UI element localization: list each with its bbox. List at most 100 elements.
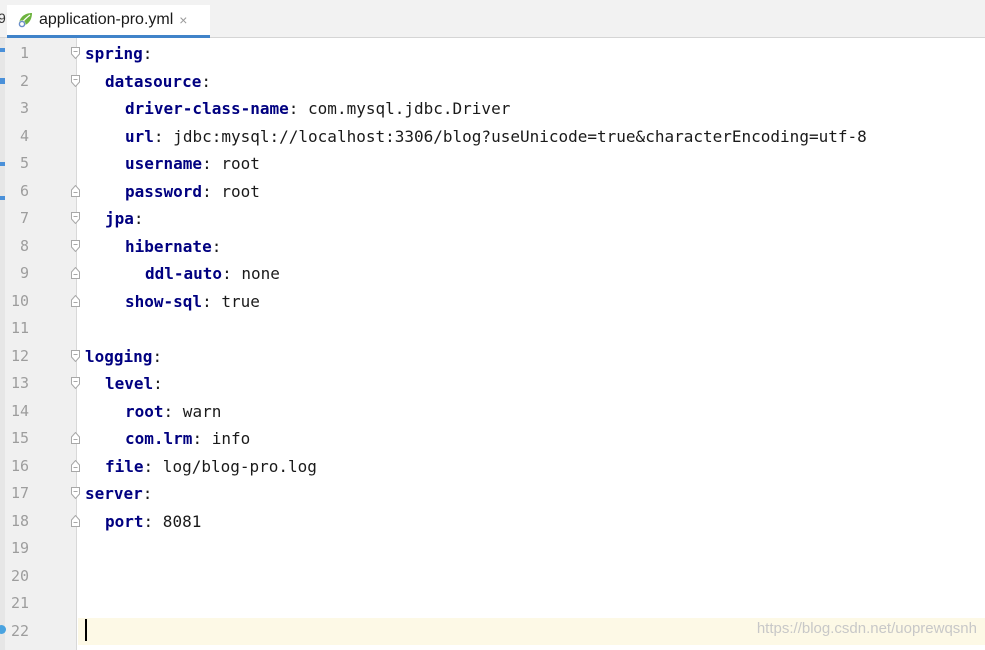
line-number: 4 [19, 126, 29, 145]
editor-line[interactable]: 15 com.lrm: info [0, 425, 985, 452]
yaml-key: jpa [105, 209, 134, 228]
line-number: 21 [10, 594, 29, 612]
yaml-value: root [211, 181, 260, 201]
line-number: 20 [10, 566, 29, 585]
yaml-key: level [105, 374, 154, 393]
yaml-entry: file: log/blog-pro.log [105, 453, 317, 480]
yaml-value: log/blog-pro.log [153, 456, 317, 476]
close-tab-icon[interactable]: × [179, 12, 187, 28]
yaml-entry: password: root [125, 178, 260, 205]
editor-line[interactable]: 11 [0, 315, 985, 342]
yaml-key: server [85, 484, 143, 503]
line-number: 11 [10, 319, 29, 337]
line-number: 2 [19, 71, 29, 90]
yaml-colon: : [153, 126, 164, 146]
editor-line[interactable]: 21 [0, 590, 985, 617]
yaml-entry: datasource: [105, 68, 211, 95]
line-number: 22 [10, 621, 29, 640]
line-number: 13 [10, 374, 29, 392]
line-number: 14 [10, 401, 29, 420]
fold-open-icon[interactable] [71, 349, 80, 362]
spring-leaf-icon [18, 13, 32, 28]
editor-line[interactable]: 10 show-sql: true [0, 288, 985, 315]
editor-line[interactable]: 9 ddl-auto: none [0, 260, 985, 287]
yaml-entry: server: [85, 480, 152, 507]
yaml-key: username [125, 154, 203, 173]
yaml-value: jdbc:mysql://localhost:3306/blog?useUnic… [163, 126, 867, 146]
editor-line[interactable]: 13 level: [0, 370, 985, 397]
line-number: 19 [10, 539, 29, 557]
editor-line[interactable]: 17 server: [0, 480, 985, 507]
tab-label: application-pro.yml [39, 11, 174, 28]
yaml-key: url [125, 126, 154, 146]
fold-close-icon[interactable] [71, 459, 80, 472]
previous-tab-fragment[interactable]: 9. [0, 10, 6, 26]
editor-line[interactable]: 19 [0, 535, 985, 562]
yaml-colon: : [192, 429, 203, 448]
yaml-entry: driver-class-name: com.mysql.jdbc.Driver [125, 95, 510, 122]
yaml-key: datasource [105, 71, 202, 91]
yaml-key: ddl-auto [145, 264, 223, 283]
fold-open-icon[interactable] [71, 74, 80, 87]
yaml-colon: : [163, 401, 174, 421]
line-number: 3 [19, 99, 29, 117]
editor-line[interactable]: 3 driver-class-name: com.mysql.jdbc.Drive… [0, 95, 985, 122]
line-number: 17 [10, 484, 29, 502]
yaml-entry: ddl-auto: none [145, 260, 280, 287]
fold-close-icon[interactable] [71, 514, 80, 527]
line-number: 5 [19, 154, 29, 172]
yaml-colon: : [202, 154, 212, 173]
line-number: 10 [10, 291, 29, 310]
watermark: https://blog.csdn.net/uoprewqsnh [756, 620, 977, 637]
editor-line[interactable]: 18 port: 8081 [0, 508, 985, 535]
line-number: 18 [10, 511, 29, 530]
fold-close-icon[interactable] [71, 184, 80, 197]
line-number: 12 [10, 346, 29, 365]
yaml-colon: : [133, 209, 144, 228]
fold-close-icon[interactable] [71, 267, 80, 279]
editor-line[interactable]: 16 file: log/blog-pro.log [0, 453, 985, 480]
yaml-key: port [105, 511, 144, 531]
tab-application-pro-yml[interactable]: application-pro.yml × [7, 5, 210, 38]
line-number: 6 [19, 181, 29, 200]
yaml-value: none [231, 264, 280, 283]
line-number: 16 [10, 456, 29, 475]
yaml-entry: level: [105, 370, 163, 397]
yaml-entry: com.lrm: info [125, 425, 250, 452]
editor-line[interactable]: 8 hibernate: [0, 233, 985, 260]
yaml-value: true [211, 291, 260, 311]
editor-line[interactable]: 5 username: root [0, 150, 985, 177]
yaml-colon: : [142, 44, 153, 63]
fold-open-icon[interactable] [71, 212, 80, 224]
fold-open-icon[interactable] [71, 487, 80, 499]
yaml-key: com.lrm [125, 429, 193, 448]
editor-line[interactable]: 6 password: root [0, 178, 985, 205]
editor-line[interactable]: 7 jpa: [0, 205, 985, 232]
fold-open-icon[interactable] [71, 239, 80, 252]
yaml-colon: : [202, 291, 212, 311]
fold-close-icon[interactable] [71, 432, 80, 444]
yaml-key: password [125, 181, 203, 201]
text-caret [85, 619, 87, 641]
editor-line[interactable]: 2 datasource: [0, 68, 985, 95]
yaml-value: com.mysql.jdbc.Driver [298, 99, 511, 118]
editor-line[interactable]: 4 url: jdbc:mysql://localhost:3306/blog?u… [0, 123, 985, 150]
yaml-entry: show-sql: true [125, 288, 260, 315]
editor-line[interactable]: 20 [0, 563, 985, 590]
editor-tab-bar: 9. application-pro.yml × [0, 0, 985, 38]
editor-line[interactable]: 14 root: warn [0, 398, 985, 425]
yaml-entry: username: root [125, 150, 260, 177]
yaml-entry: port: 8081 [105, 508, 201, 535]
editor-line[interactable]: 1 spring: [0, 40, 985, 67]
yaml-value: info [202, 429, 251, 448]
yaml-colon: : [142, 484, 153, 503]
yaml-colon: : [143, 511, 154, 531]
fold-open-icon[interactable] [71, 47, 80, 59]
editor-line[interactable]: 12 logging: [0, 343, 985, 370]
fold-open-icon[interactable] [71, 377, 80, 389]
yaml-colon: : [152, 346, 163, 366]
yaml-key: file [105, 456, 144, 476]
yaml-entry: url: jdbc:mysql://localhost:3306/blog?us… [125, 123, 867, 150]
line-number: 1 [19, 44, 29, 62]
fold-close-icon[interactable] [71, 294, 80, 307]
